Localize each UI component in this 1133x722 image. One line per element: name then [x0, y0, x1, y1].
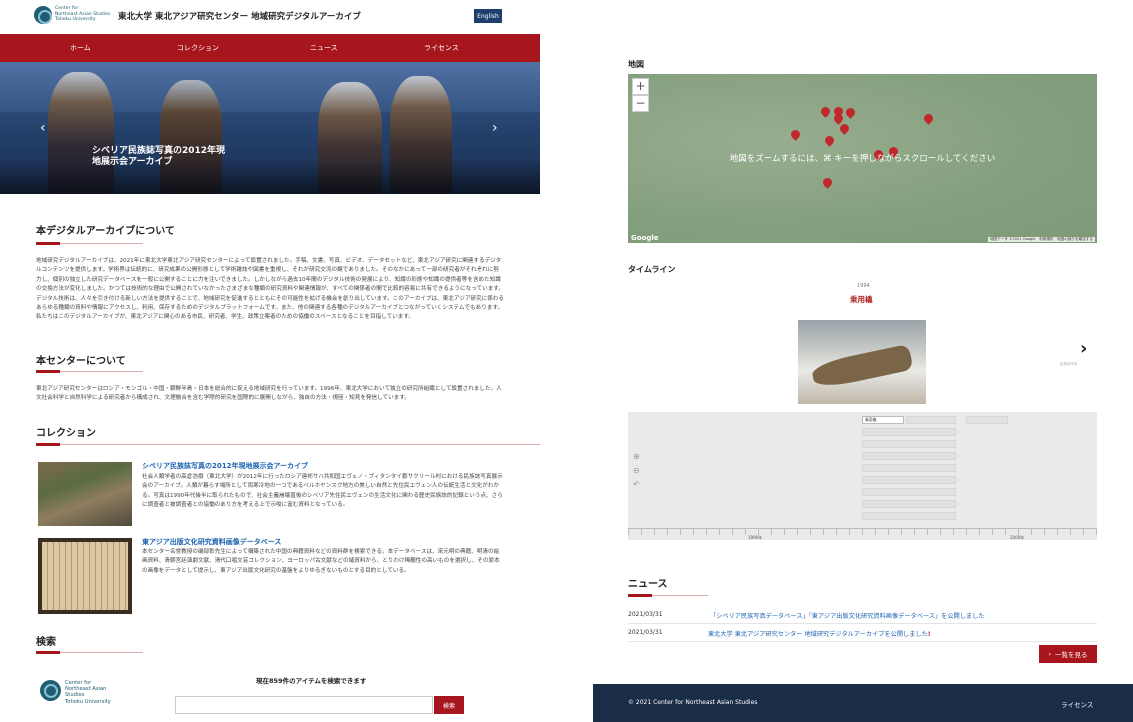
footer-copyright: © 2021 Center for Northeast Asian Studie… [628, 699, 758, 706]
nav-item-license[interactable]: ライセンス [424, 34, 459, 62]
timeline-event[interactable] [966, 416, 1008, 424]
collection-item-desc: 社会人類学者の高倉浩樹（東北大学）が2012年に行ったロシア連邦サハ共和国エヴェ… [142, 474, 503, 509]
zoom-in-icon[interactable]: ⊕ [633, 452, 640, 461]
footer-license-link[interactable]: ライセンス [1061, 699, 1093, 709]
more-news-label: 一覧を見る [1055, 651, 1088, 659]
news-link[interactable]: 「シベリア民族写真データベース」「東アジア出版文化研究資料画像データベース」を公… [710, 611, 984, 620]
chevron-right-icon: › [1048, 650, 1052, 658]
logo-icon [34, 6, 52, 24]
chevron-right-icon[interactable]: › [492, 120, 498, 136]
news-divider [628, 594, 708, 597]
logo-text: Center for Northeast Asian Studies Tohok… [55, 6, 111, 22]
collection-item-desc: 本センター名誉教授の磯部彰先生によって構築された中国の典籍資料などの資料群を検索… [142, 549, 500, 574]
nav-item-news[interactable]: ニュース [310, 34, 338, 62]
timeline-next-hint: 民族誌写真 [1060, 362, 1078, 366]
center-divider [36, 370, 143, 373]
about-title: 本デジタルアーカイブについて [36, 226, 175, 237]
header-logo[interactable]: Center for Northeast Asian Studies Tohok… [34, 6, 112, 26]
collection-title: コレクション [36, 428, 96, 439]
hero-caption[interactable]: シベリア民族誌写真の2012年現 地展示会アーカイブ [92, 146, 225, 168]
collection-thumbnail[interactable] [38, 462, 132, 526]
news-new-mark: ! [927, 631, 931, 638]
hero-carousel[interactable]: シベリア民族誌写真の2012年現 地展示会アーカイブ ‹ › [0, 62, 540, 194]
news-date: 2021/03/31 [628, 611, 663, 618]
search-title: 検索 [36, 637, 56, 648]
timeline-ticks [628, 529, 1097, 535]
timeline-axis-label: 1990年 [748, 535, 763, 540]
news-title: ニュース [628, 579, 668, 590]
logo-text: Center for Northeast Asian Studies Tohok… [65, 680, 111, 705]
map-attribution[interactable]: 地図データ ©2021 Google 利用規約 地図の誤りを報告する [987, 237, 1095, 242]
timeline-event-selected[interactable]: 乗用橇 [862, 416, 904, 424]
collection-item-title[interactable]: シベリア民族誌写真の2012年現地展示会アーカイブ [142, 461, 308, 471]
map-title: 地図 [628, 60, 644, 69]
timeline-event[interactable] [862, 464, 956, 472]
search-divider [36, 651, 143, 654]
collection-item-title[interactable]: 東アジア出版文化研究資料画像データベース [142, 537, 281, 547]
about-text: 地域研究デジタルアーカイブは、2021年に東北大学東北アジア研究センターによって… [36, 258, 504, 321]
timeline-event[interactable] [862, 488, 956, 496]
nav-item-home[interactable]: ホーム [70, 34, 91, 62]
search-input[interactable] [175, 696, 433, 714]
timeline-event[interactable] [862, 428, 956, 436]
timeline-navigator[interactable]: ⊕ ⊖ ↶ 乗用橇 1990年 2000年 [628, 412, 1097, 540]
reset-icon[interactable]: ↶ [633, 480, 640, 489]
hero-shade [0, 158, 540, 194]
zoom-out-icon[interactable]: ⊖ [633, 466, 640, 475]
timeline-item-title[interactable]: 乗用橇 [850, 294, 873, 305]
logo-icon [40, 680, 61, 701]
center-text: 東北アジア研究センターはロシア・モンゴル・中国・朝鮮半島・日本を総合的に捉える地… [36, 386, 502, 402]
search-logo: Center for Northeast Asian Studies Tohok… [40, 680, 132, 705]
timeline-axis-label: 2000年 [1010, 535, 1025, 540]
timeline-event[interactable] [862, 476, 956, 484]
timeline-title: タイムライン [628, 265, 676, 274]
timeline-event[interactable] [906, 416, 956, 424]
zoom-in-button[interactable]: + [632, 78, 649, 95]
main-nav: ホーム コレクション ニュース ライセンス [0, 34, 540, 62]
timeline-image[interactable] [798, 320, 926, 404]
google-logo: Google [631, 234, 659, 242]
search-count: 現在859件のアイテムを検索できます [256, 677, 367, 685]
map[interactable]: + − 地図をズームするには、⌘ キーを押しながらスクロールしてください Goo… [628, 74, 1097, 243]
english-button[interactable]: English [474, 9, 502, 23]
timeline-year: 1994 [857, 283, 870, 289]
search-button[interactable]: 検索 [434, 696, 464, 714]
sled-shape [810, 343, 914, 391]
footer: © 2021 Center for Northeast Asian Studie… [593, 684, 1133, 722]
chevron-right-icon[interactable]: › [1080, 338, 1087, 359]
timeline-event[interactable] [862, 500, 956, 508]
collection-divider [36, 443, 540, 446]
news-separator [628, 623, 1097, 624]
book-pages [42, 542, 128, 610]
news-separator [628, 641, 1097, 642]
timeline-event[interactable] [862, 452, 956, 460]
more-news-button[interactable]: › 一覧を見る [1039, 645, 1097, 663]
collection-thumbnail[interactable] [38, 538, 132, 614]
site-title[interactable]: 東北大学 東北アジア研究センター 地域研究デジタルアーカイブ [118, 10, 361, 22]
map-zoom-message: 地図をズームするには、⌘ キーを押しながらスクロールしてください [729, 154, 996, 164]
chevron-left-icon[interactable]: ‹ [40, 120, 46, 136]
zoom-out-button[interactable]: − [632, 95, 649, 112]
news-link-text[interactable]: 東北大学 東北アジア研究センター 地域研究デジタルアーカイブを公開しました [708, 631, 928, 638]
timeline-event[interactable] [862, 440, 956, 448]
news-date: 2021/03/31 [628, 629, 663, 636]
about-divider [36, 242, 143, 245]
nav-item-collection[interactable]: コレクション [177, 34, 219, 62]
center-title: 本センターについて [36, 356, 126, 367]
news-link[interactable]: 東北大学 東北アジア研究センター 地域研究デジタルアーカイブを公開しました! [708, 629, 931, 638]
timeline-event[interactable] [862, 512, 956, 520]
